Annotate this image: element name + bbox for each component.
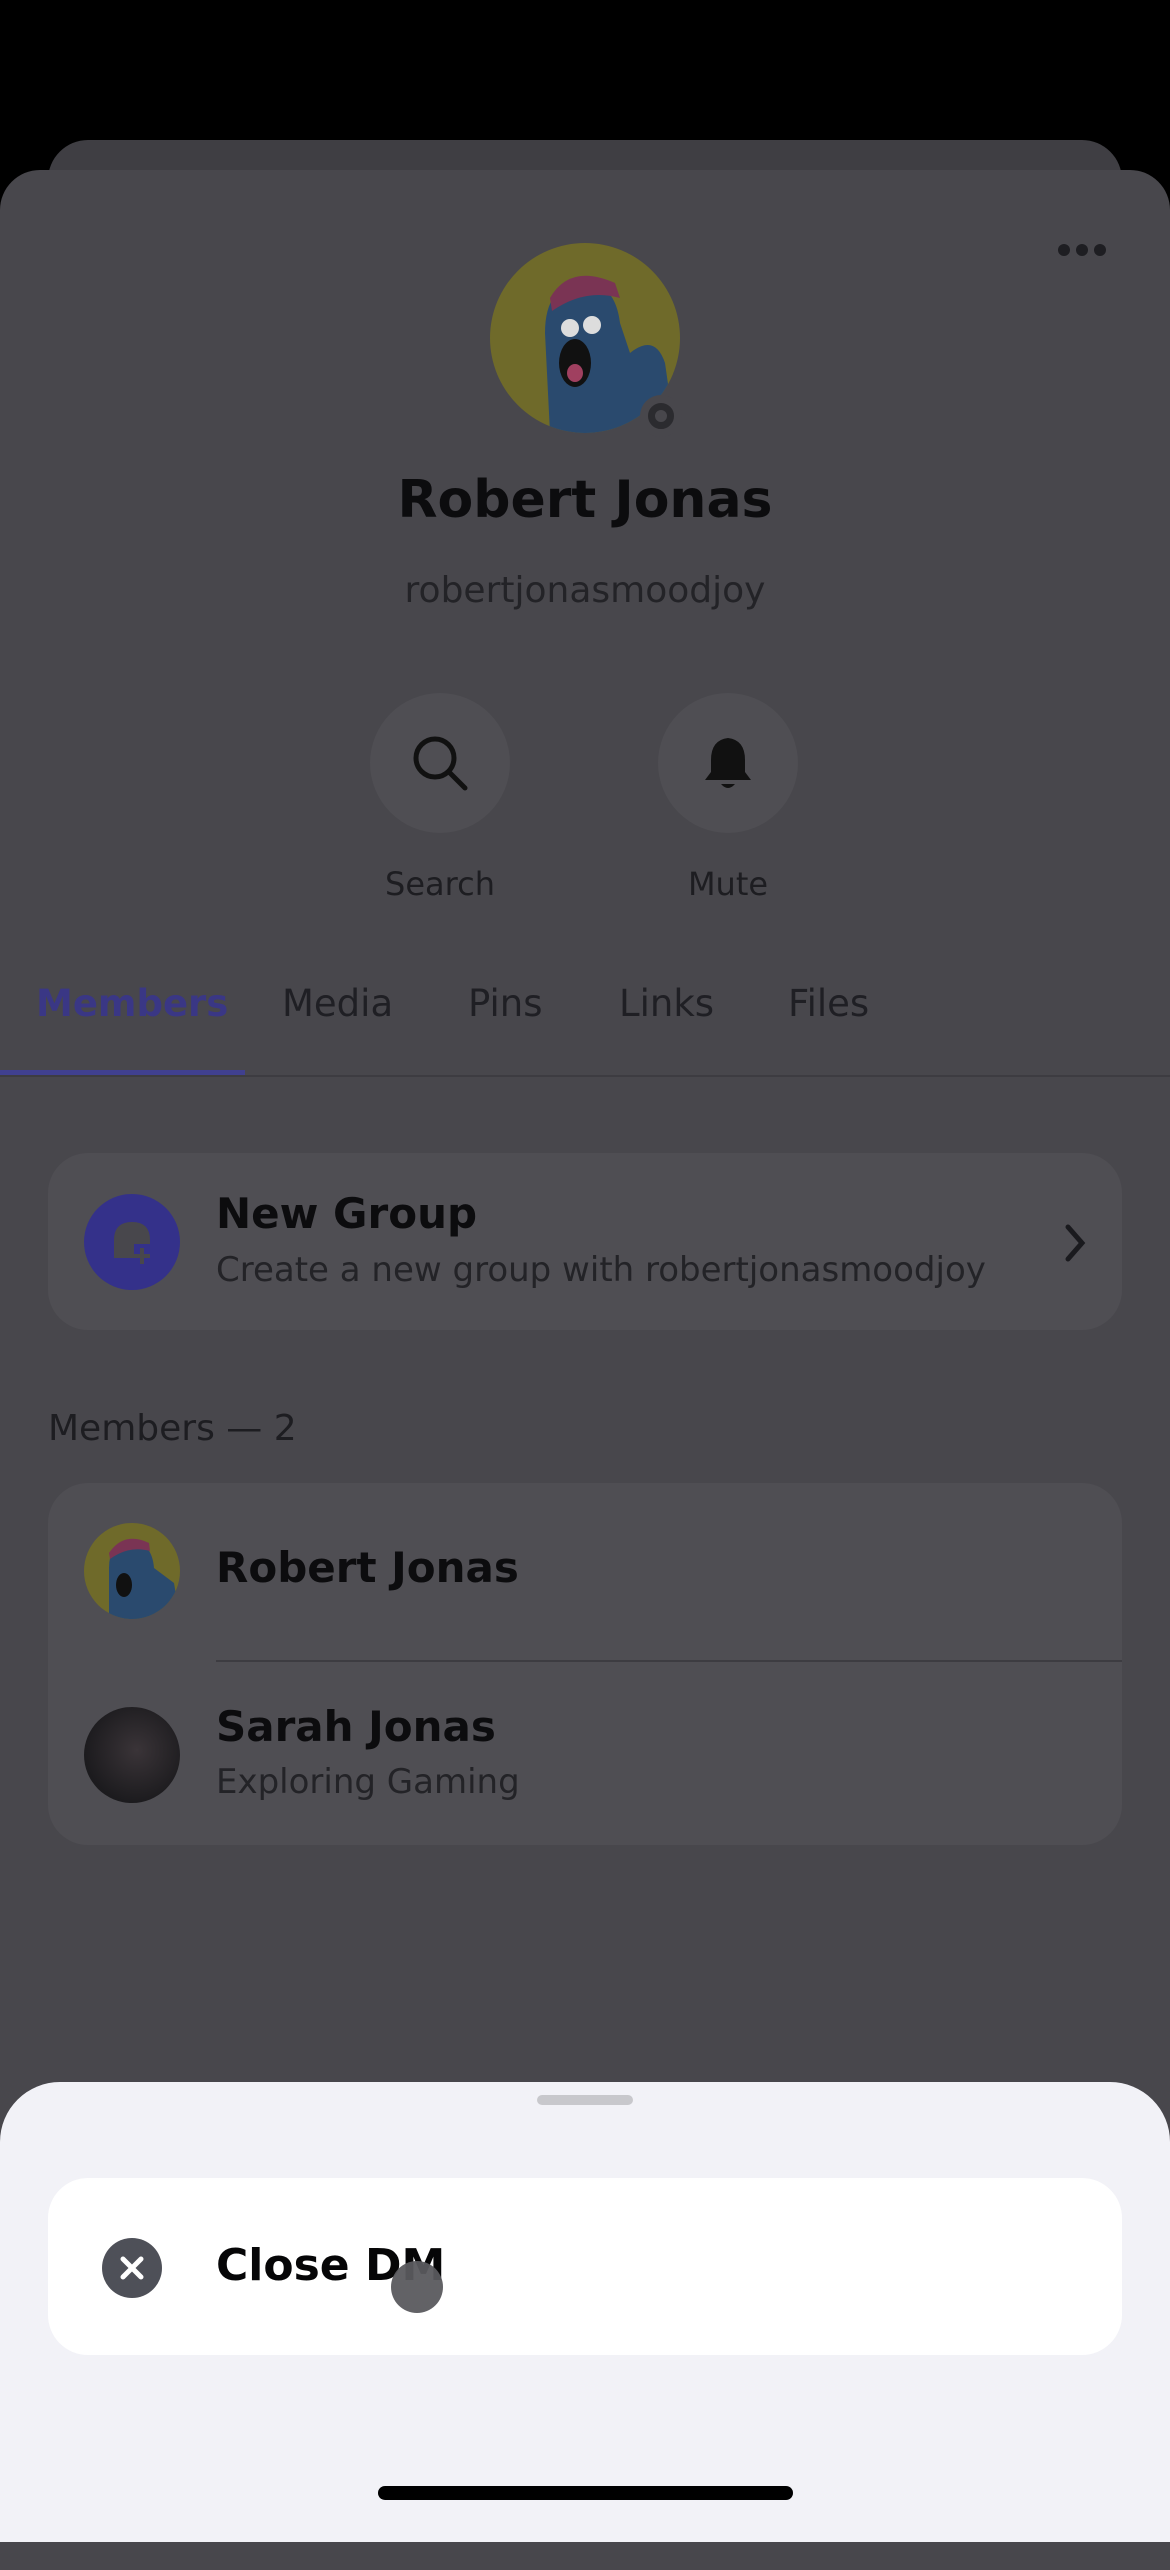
new-group-icon	[84, 1194, 180, 1290]
new-group-title: New Group	[216, 1189, 478, 1238]
tab-files[interactable]: Files	[788, 982, 869, 1025]
member-row[interactable]: Robert Jonas	[48, 1483, 1122, 1660]
tab-pins[interactable]: Pins	[468, 982, 543, 1025]
sheet-handle[interactable]	[537, 2095, 633, 2105]
members-list: Robert Jonas Sarah Jonas Exploring Gamin…	[48, 1483, 1122, 1845]
close-dm-button[interactable]	[48, 2178, 1122, 2355]
new-group-subtitle: Create a new group with robertjonasmoodj…	[216, 1250, 986, 1290]
member-row[interactable]: Sarah Jonas Exploring Gaming	[48, 1662, 1122, 1845]
members-header: Members — 2	[48, 1408, 297, 1449]
chevron-right-icon	[1065, 1224, 1086, 1262]
search-label: Search	[385, 865, 495, 903]
divider	[0, 1075, 1170, 1077]
member-avatar	[84, 1707, 180, 1803]
mute-label: Mute	[687, 865, 769, 903]
home-indicator[interactable]	[378, 2486, 793, 2500]
member-avatar	[84, 1523, 180, 1619]
search-icon	[413, 736, 468, 791]
bell-icon	[705, 738, 751, 788]
tab-media[interactable]: Media	[282, 982, 393, 1025]
member-name: Robert Jonas	[216, 1543, 519, 1592]
more-options-icon[interactable]	[1058, 240, 1114, 260]
member-name: Sarah Jonas	[216, 1702, 496, 1751]
close-icon	[102, 2238, 162, 2298]
new-group-button[interactable]: New Group Create a new group with robert…	[48, 1153, 1122, 1330]
search-button[interactable]	[370, 693, 510, 833]
tab-links[interactable]: Links	[619, 982, 714, 1025]
touch-indicator	[391, 2261, 443, 2313]
mute-button[interactable]	[658, 693, 798, 833]
status-indicator	[640, 395, 682, 437]
username: robertjonasmoodjoy	[404, 570, 766, 611]
tab-members[interactable]: Members	[36, 982, 228, 1025]
member-status: Exploring Gaming	[216, 1762, 520, 1802]
display-name: Robert Jonas	[397, 470, 773, 530]
